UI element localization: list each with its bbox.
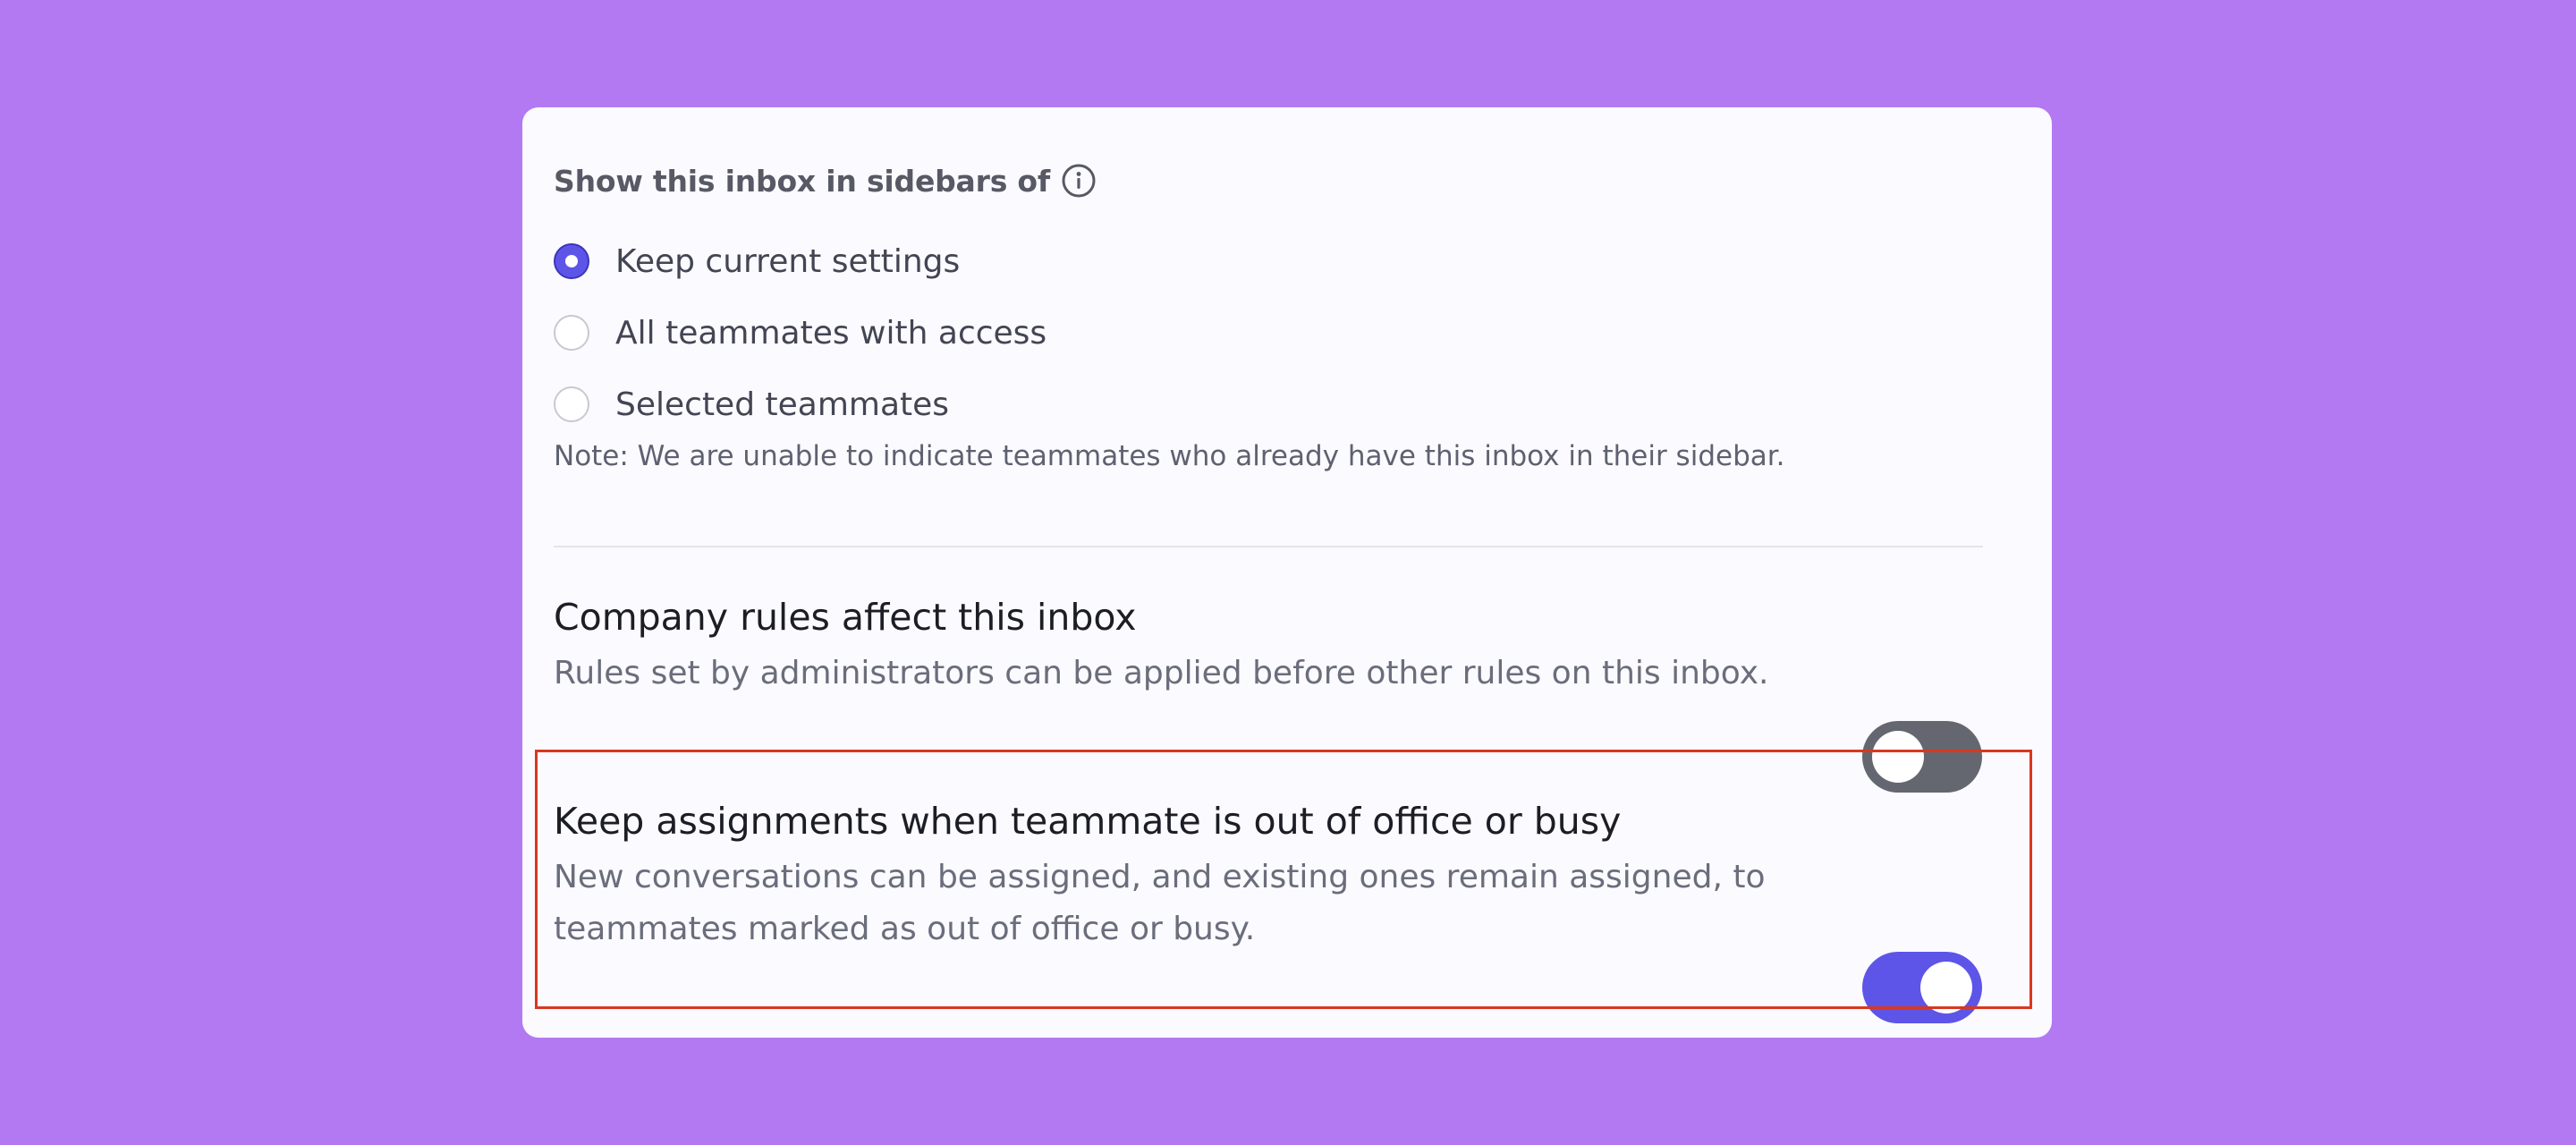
option-keep-current-settings[interactable]: Keep current settings bbox=[554, 225, 1046, 297]
sidebar-visibility-heading-label: Show this inbox in sidebars of bbox=[554, 163, 1051, 199]
keep-assignments-title: Keep assignments when teammate is out of… bbox=[554, 800, 1622, 843]
keep-assignments-description: New conversations can be assigned, and e… bbox=[554, 859, 1766, 947]
section-divider bbox=[554, 546, 1983, 547]
sidebar-visibility-heading: Show this inbox in sidebars of bbox=[554, 163, 1097, 199]
sidebar-visibility-note: Note: We are unable to indicate teammate… bbox=[554, 440, 1785, 472]
company-rules-toggle[interactable] bbox=[1862, 721, 1982, 793]
keep-assignments-toggle[interactable] bbox=[1862, 952, 1982, 1023]
option-all-teammates-with-access[interactable]: All teammates with access bbox=[554, 297, 1046, 369]
company-rules-description: Rules set by administrators can be appli… bbox=[554, 655, 1769, 691]
option-label: All teammates with access bbox=[615, 314, 1047, 352]
option-selected-teammates[interactable]: Selected teammates bbox=[554, 369, 1046, 440]
inbox-settings-card: Show this inbox in sidebars of Keep curr… bbox=[522, 107, 2052, 1038]
toggle-knob bbox=[1872, 731, 1924, 783]
radio-button-selected[interactable] bbox=[554, 243, 589, 279]
company-rules-title: Company rules affect this inbox bbox=[554, 596, 1137, 639]
radio-button[interactable] bbox=[554, 315, 589, 351]
option-label: Keep current settings bbox=[615, 242, 961, 280]
sidebar-visibility-options: Keep current settings All teammates with… bbox=[554, 225, 1046, 440]
info-icon[interactable] bbox=[1061, 163, 1097, 199]
option-label: Selected teammates bbox=[615, 386, 950, 423]
radio-button[interactable] bbox=[554, 386, 589, 422]
toggle-knob bbox=[1920, 962, 1972, 1014]
